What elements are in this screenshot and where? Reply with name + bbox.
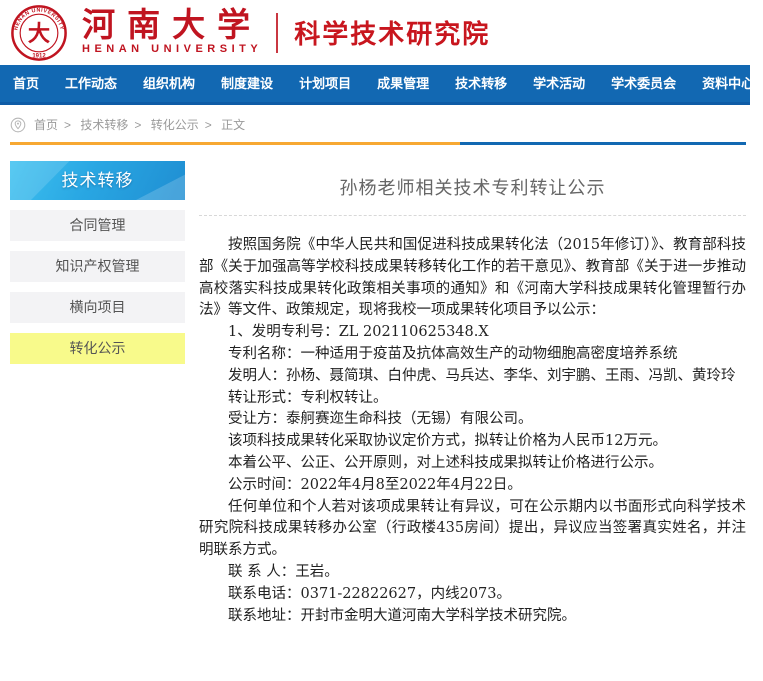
breadcrumb-item: 转化公示 > <box>151 116 218 133</box>
header-divider <box>276 13 278 53</box>
section-rule <box>10 142 746 145</box>
svg-text:大: 大 <box>28 21 50 46</box>
sidebar-item-label: 知识产权管理 <box>56 258 140 274</box>
university-seal-icon: HENAN UNIVERSITY 大 1912 <box>10 4 68 62</box>
nav-item[interactable]: 工作动态 <box>52 65 130 102</box>
title-divider <box>199 215 746 216</box>
nav-item[interactable]: 计划项目 <box>286 65 364 102</box>
university-name-cn: 河南大学 <box>82 9 262 43</box>
breadcrumb-item: 技术转移 > <box>80 116 147 133</box>
article-paragraph: 该项科技成果转化采取协议定价方式，拟转让价格为人民币12万元。 <box>199 431 746 453</box>
article-paragraph: 专利名称：一种适用于疫苗及抗体高效生产的动物细胞高密度培养系统 <box>199 344 746 366</box>
article-paragraph: 任何单位和个人若对该项成果转让有异议，可在公示期内以书面形式向科学技术研究院科技… <box>199 497 746 562</box>
article-paragraph: 1、发明专利号：ZL 202110625348.X <box>199 322 746 344</box>
sidebar-item-label: 合同管理 <box>70 217 126 233</box>
sidebar-item[interactable]: 知识产权管理 <box>10 251 185 282</box>
site-header: HENAN UNIVERSITY 大 1912 河南大学 HENAN UNIVE… <box>0 0 750 65</box>
article-paragraph: 公示时间：2022年4月8至2022年4月22日。 <box>199 475 746 497</box>
sidebar-item-label: 转化公示 <box>70 340 126 356</box>
nav-item[interactable]: 组织机构 <box>130 65 208 102</box>
breadcrumb-link[interactable]: 转化公示 <box>151 116 199 133</box>
article-paragraph: 联系地址：开封市金明大道河南大学科学技术研究院。 <box>199 606 746 628</box>
breadcrumb-link[interactable]: 首页 <box>34 116 58 133</box>
article-body: 按照国务院《中华人民共和国促进科技成果转化法（2015年修订）》、教育部科技部《… <box>199 235 746 627</box>
article-paragraph: 发明人：孙杨、聂简琪、白仲虎、马兵达、李华、刘宇鹏、王雨、冯凯、黄玲玲 <box>199 366 746 388</box>
main-nav: 首页 工作动态 组织机构 制度建设 计划项目 成果管理 技术转移 学术活动 学术… <box>0 65 750 105</box>
breadcrumb-separator: > <box>205 118 212 132</box>
department-title: 科学技术研究院 <box>294 14 490 51</box>
breadcrumb-link[interactable]: 正文 <box>221 116 245 133</box>
sidebar-item[interactable]: 合同管理 <box>10 210 185 241</box>
rule-blue-segment <box>460 142 746 145</box>
sidebar-title: 技术转移 <box>10 161 185 200</box>
svg-text:1912: 1912 <box>32 53 46 59</box>
nav-item[interactable]: 成果管理 <box>364 65 442 102</box>
nav-item[interactable]: 首页 <box>0 65 52 102</box>
university-name-en: HENAN UNIVERSITY <box>82 43 262 56</box>
sidebar: 技术转移 合同管理 知识产权管理 横向项目 <box>10 161 185 364</box>
sidebar-title-label: 技术转移 <box>62 171 134 190</box>
university-wordmark: 河南大学 HENAN UNIVERSITY <box>82 9 262 56</box>
nav-item[interactable]: 资料中心 <box>689 65 763 102</box>
content-layout: 技术转移 合同管理 知识产权管理 横向项目 <box>0 161 750 627</box>
breadcrumb-link[interactable]: 技术转移 <box>80 116 128 133</box>
sidebar-item[interactable]: 横向项目 <box>10 292 185 323</box>
nav-item[interactable]: 技术转移 <box>442 65 520 102</box>
breadcrumb-item: 首页 > <box>34 116 77 133</box>
article-paragraph: 联 系 人：王岩。 <box>199 562 746 584</box>
article-paragraph: 联系电话：0371-22822627，内线2073。 <box>199 584 746 606</box>
breadcrumb-separator: > <box>134 118 141 132</box>
article-paragraph: 按照国务院《中华人民共和国促进科技成果转化法（2015年修订）》、教育部科技部《… <box>199 235 746 322</box>
sidebar-menu: 合同管理 知识产权管理 横向项目 转化公示 <box>10 210 185 364</box>
article-paragraph: 受让方：泰舸赛迩生命科技（无锡）有限公司。 <box>199 409 746 431</box>
article: 孙杨老师相关技术专利转让公示 按照国务院《中华人民共和国促进科技成果转化法（20… <box>199 161 746 627</box>
article-paragraph: 本着公平、公正、公开原则，对上述科技成果拟转让价格进行公示。 <box>199 453 746 475</box>
sidebar-item[interactable]: 转化公示 <box>10 333 185 364</box>
breadcrumb-trail: 首页 > 技术转移 > 转化公示 > 正文 > <box>34 116 245 133</box>
article-paragraph: 转让形式：专利权转让。 <box>199 388 746 410</box>
nav-item[interactable]: 制度建设 <box>208 65 286 102</box>
rule-orange-segment <box>10 142 460 145</box>
nav-item[interactable]: 学术活动 <box>520 65 598 102</box>
breadcrumb-separator: > <box>64 118 71 132</box>
article-title: 孙杨老师相关技术专利转让公示 <box>199 174 746 200</box>
breadcrumb: 首页 > 技术转移 > 转化公示 > 正文 > <box>0 105 750 142</box>
breadcrumb-item: 正文 > <box>221 116 245 133</box>
page: HENAN UNIVERSITY 大 1912 河南大学 HENAN UNIVE… <box>0 0 750 627</box>
sidebar-item-label: 横向项目 <box>70 299 126 315</box>
nav-item[interactable]: 学术委员会 <box>598 65 689 102</box>
location-pin-icon <box>10 117 26 133</box>
